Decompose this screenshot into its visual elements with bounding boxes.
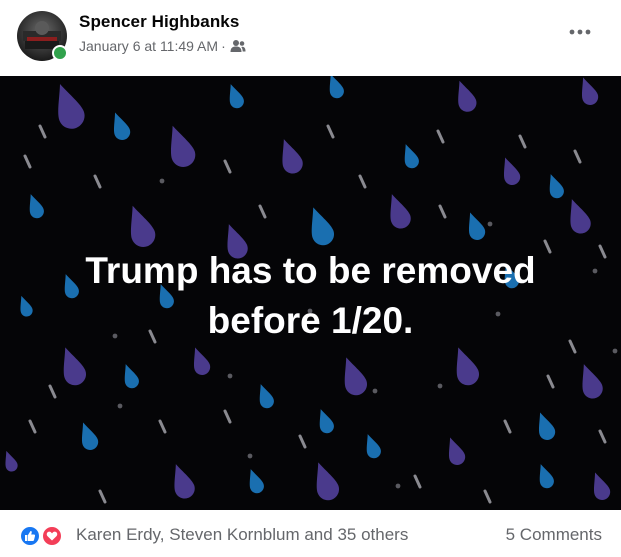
raindrop-shape	[282, 139, 303, 174]
meta-separator: ·	[221, 38, 226, 54]
rain-streak	[358, 174, 367, 189]
rain-streak	[438, 204, 447, 219]
raindrop-shape	[539, 412, 556, 440]
rain-dot	[437, 383, 443, 389]
post-text-background[interactable]: Trump has to be removed before 1/20.	[0, 76, 621, 510]
rain-dot	[159, 178, 165, 184]
rain-streak	[48, 384, 57, 399]
rain-streak	[158, 419, 167, 434]
raindrop-shape	[582, 77, 599, 105]
raindrop-shape	[594, 472, 611, 500]
raindrop-shape	[82, 422, 99, 450]
rain-streak	[223, 159, 232, 174]
rain-dot	[117, 403, 123, 409]
rain-streak	[546, 374, 555, 389]
online-status-dot	[52, 45, 68, 61]
raindrop-shape	[469, 212, 486, 240]
post-meta: January 6 at 11:49 AM ·	[79, 38, 246, 54]
rain-streak	[298, 434, 307, 449]
comments-count-link[interactable]: 5 Comments	[506, 525, 602, 545]
rain-dot	[247, 453, 253, 459]
raindrop-shape	[131, 205, 156, 247]
friends-icon[interactable]	[230, 39, 246, 53]
post-timestamp[interactable]: January 6 at 11:49 AM	[79, 38, 218, 54]
raindrop-shape	[194, 347, 211, 375]
more-options-button[interactable]	[562, 18, 598, 46]
post-text-line-2: before 1/20.	[207, 300, 414, 341]
raindrop-shape	[58, 84, 85, 129]
rain-streak	[326, 124, 335, 139]
post-footer: Karen Erdy, Steven Kornblum and 35 other…	[0, 510, 621, 557]
raindrop-shape	[458, 80, 477, 112]
rain-dot	[487, 221, 493, 227]
author-name[interactable]: Spencer Highbanks	[79, 12, 239, 32]
rain-dot	[395, 483, 401, 489]
rain-streak	[93, 174, 102, 189]
raindrop-shape	[319, 409, 334, 434]
raindrop-shape	[316, 462, 339, 501]
rain-dot	[227, 373, 233, 379]
rain-streak	[503, 419, 512, 434]
rain-dot	[372, 388, 378, 394]
rain-streak	[98, 489, 107, 504]
raindrop-shape	[539, 464, 554, 489]
raindrop-shape	[582, 364, 603, 399]
raindrop-shape	[404, 144, 419, 169]
raindrop-shape	[114, 112, 131, 140]
rain-streak	[598, 429, 607, 444]
rain-streak	[413, 474, 422, 489]
raindrop-shape	[390, 194, 411, 229]
raindrop-shape	[171, 125, 196, 167]
raindrop-shape	[249, 469, 264, 494]
rain-streak	[258, 204, 267, 219]
rain-streak	[518, 134, 527, 149]
raindrop-shape	[449, 437, 466, 465]
rain-streak	[28, 419, 37, 434]
rain-streak	[573, 149, 582, 164]
raindrop-shape	[5, 450, 18, 472]
like-icon	[19, 525, 41, 547]
love-icon	[41, 525, 63, 547]
rain-streak	[436, 129, 445, 144]
raindrop-shape	[311, 207, 334, 246]
raindrop-shape	[549, 174, 564, 199]
reaction-icons[interactable]	[19, 525, 67, 547]
raindrop-shape	[366, 434, 381, 459]
raindrop-shape	[456, 347, 479, 386]
more-horizontal-icon	[569, 29, 591, 35]
raindrop-shape	[63, 347, 86, 386]
rain-streak	[23, 154, 32, 169]
rain-dot	[612, 348, 618, 354]
raindrop-shape	[570, 199, 591, 234]
raindrop-shape	[174, 464, 195, 499]
raindrop-shape	[504, 157, 521, 185]
post-header: Spencer Highbanks January 6 at 11:49 AM …	[0, 0, 621, 76]
raindrop-shape	[329, 76, 344, 99]
raindrop-shape	[344, 357, 367, 396]
raindrop-shape	[29, 194, 44, 219]
post-status-text: Trump has to be removed before 1/20.	[0, 246, 621, 346]
reaction-summary[interactable]: Karen Erdy, Steven Kornblum and 35 other…	[76, 525, 408, 545]
rain-streak	[483, 489, 492, 504]
post-text-line-1: Trump has to be removed	[85, 250, 536, 291]
raindrop-shape	[124, 364, 139, 389]
rain-streak	[38, 124, 47, 139]
rain-streak	[223, 409, 232, 424]
raindrop-shape	[259, 384, 274, 409]
raindrop-shape	[229, 84, 244, 109]
feed-post: Spencer Highbanks January 6 at 11:49 AM …	[0, 0, 621, 557]
